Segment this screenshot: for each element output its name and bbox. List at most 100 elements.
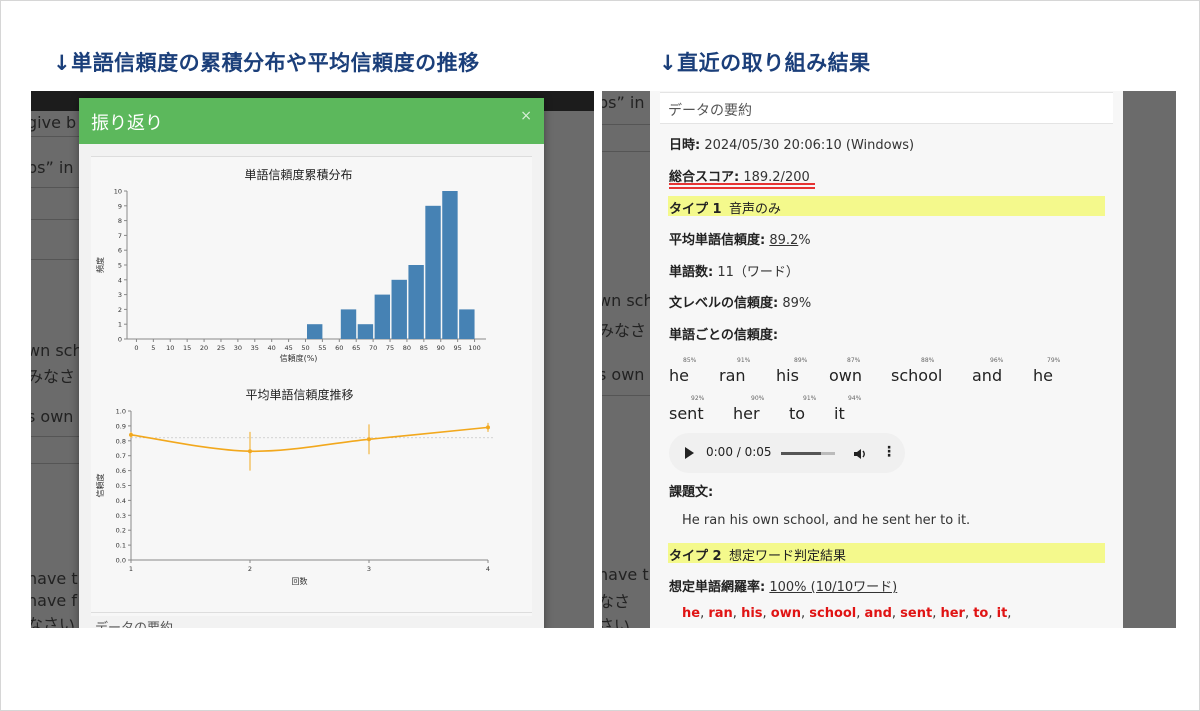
close-icon[interactable]: × — [520, 108, 532, 124]
task-text: He ran his own school, and he sent her t… — [682, 513, 971, 528]
background-text: なさい — [31, 615, 76, 628]
x-axis-label: 信頼度(%) — [280, 353, 318, 363]
keyword-item: sent — [900, 606, 933, 621]
histogram-bar — [374, 294, 391, 339]
x-tick-label: 55 — [318, 344, 326, 352]
x-tick-label: 95 — [454, 344, 462, 352]
word-confidence-percent: 90% — [751, 395, 765, 402]
x-tick-label: 90 — [437, 344, 445, 352]
reflection-modal: 振り返り × 単語信頼度累積分布 0 1 2 3 4 5 6 7 8 9 10 0 5 10 15 20 25 30… — [79, 98, 544, 628]
keyword-item: his — [741, 606, 763, 621]
background-text: wn sch — [31, 341, 83, 360]
data-point — [248, 449, 252, 454]
histogram-bar — [340, 309, 357, 339]
summary-header: データの要約 — [660, 92, 1113, 124]
y-tick-label: 7 — [118, 232, 122, 240]
modal-title: 振り返り — [91, 113, 163, 134]
histogram-chart: 単語信頼度累積分布0123456789100 5 10 15 20 25 30 35 40 45 5… — [95, 167, 486, 363]
word-confidence-percent: 91% — [737, 357, 751, 364]
x-tick-label: 5 — [151, 344, 155, 352]
data-point — [367, 437, 371, 442]
y-tick-label: 9 — [118, 202, 122, 210]
x-tick-label: 80 — [403, 344, 411, 352]
y-tick-label: 0.8 — [116, 437, 126, 445]
word-text: ran — [719, 366, 746, 385]
volume-icon[interactable] — [853, 446, 867, 465]
word-text: his — [776, 366, 799, 385]
y-tick-label: 8 — [118, 217, 122, 225]
modal-header: 振り返り × — [79, 98, 544, 144]
x-axis-label: 回数 — [292, 576, 308, 586]
summary-section-label: データの要約 — [95, 617, 173, 628]
data-point — [486, 425, 490, 430]
y-tick-label: 0.4 — [116, 497, 126, 505]
word-text: it — [834, 404, 845, 423]
word-confidence-percent: 85% — [683, 357, 697, 364]
x-tick-label: 35 — [251, 344, 259, 352]
word-confidence-percent: 79% — [1047, 357, 1061, 364]
word-text: he — [1033, 366, 1053, 385]
x-tick-label: 85 — [420, 344, 428, 352]
y-tick-label: 0 — [118, 336, 122, 344]
keyword-item: school — [809, 606, 857, 621]
word-confidence-percent: 92% — [691, 395, 705, 402]
x-tick-label: 65 — [352, 344, 360, 352]
background-text: みなさ — [602, 321, 647, 340]
keyword-item: her — [940, 606, 965, 621]
word-confidence-percent: 96% — [990, 357, 1004, 364]
word-confidence-percent: 94% — [848, 395, 862, 402]
y-tick-label: 6 — [118, 247, 122, 255]
word-confidence-percent: 89% — [794, 357, 808, 364]
audio-progress-slider[interactable] — [781, 452, 835, 455]
keyword-item: own — [770, 606, 801, 621]
heading-left: ↓単語信頼度の累積分布や平均信頼度の推移 — [53, 51, 480, 75]
y-tick-label: 3 — [118, 291, 122, 299]
screenshot-reflection: give b ps” in l wn sch みなさ s own have t … — [31, 91, 594, 628]
audio-player[interactable]: 0:00 / 0:05 ⋮ — [669, 433, 905, 473]
background-text: なさ — [602, 592, 631, 611]
x-tick-label: 0 — [134, 344, 138, 352]
histogram-bar — [391, 279, 407, 339]
modal-body: 単語信頼度累積分布 0 1 2 3 4 5 6 7 8 9 10 0 5 10 15 20 25 30 35 40 45 5… — [91, 156, 532, 616]
word-text: to — [789, 404, 806, 423]
keyword-list: he, ran, his, own, school, and, sent, he… — [682, 606, 1012, 621]
x-tick-label: 3 — [367, 565, 371, 573]
play-icon[interactable] — [685, 447, 694, 459]
y-tick-label: 2 — [118, 306, 122, 314]
background-text: さい — [602, 616, 631, 628]
y-tick-label: 0.1 — [116, 542, 126, 550]
y-axis-label: 信頼度 — [95, 474, 105, 498]
score-underline — [669, 183, 815, 185]
x-tick-label: 50 — [301, 344, 309, 352]
histogram-bar — [425, 205, 441, 339]
x-tick-label: 60 — [335, 344, 343, 352]
heading-right: ↓直近の取り組み結果 — [659, 51, 871, 75]
background-text: have t — [31, 569, 78, 588]
more-options-icon[interactable]: ⋮ — [882, 444, 896, 460]
y-tick-label: 1.0 — [116, 408, 126, 416]
y-tick-label: 4 — [118, 276, 122, 284]
background-text: have t — [602, 565, 649, 584]
word-text: school — [891, 366, 943, 385]
y-tick-label: 0.5 — [116, 482, 126, 490]
histogram-title: 単語信頼度累積分布 — [244, 167, 352, 182]
x-tick-label: 75 — [386, 344, 394, 352]
coverage-row: 想定単語網羅率: 100% (10/10ワード) — [669, 580, 898, 595]
line-chart-title: 平均単語信頼度推移 — [245, 387, 353, 402]
background-text: wn sch — [602, 291, 654, 310]
y-tick-label: 0.9 — [116, 422, 126, 430]
sentence-confidence-row: 文レベルの信頼度: 89% — [669, 296, 812, 311]
avg-confidence-row: 平均単語信頼度: 89.2% — [669, 233, 811, 248]
background-text: give b — [31, 113, 77, 132]
word-confidence-percent: 87% — [847, 357, 861, 364]
keyword-item: and — [864, 606, 892, 621]
background-text: s own — [31, 407, 74, 426]
word-text: sent — [669, 404, 704, 423]
charts-area: 単語信頼度累積分布0123456789100 5 10 15 20 25 30 35 40 45 5… — [95, 167, 494, 586]
keyword-item: it — [996, 606, 1008, 621]
score-underline — [669, 187, 815, 189]
background-text: ps” in l — [31, 158, 83, 177]
word-count-row: 単語数: 11（ワード） — [669, 265, 799, 280]
x-tick-label: 1 — [129, 565, 133, 573]
x-tick-label: 10 — [166, 344, 174, 352]
